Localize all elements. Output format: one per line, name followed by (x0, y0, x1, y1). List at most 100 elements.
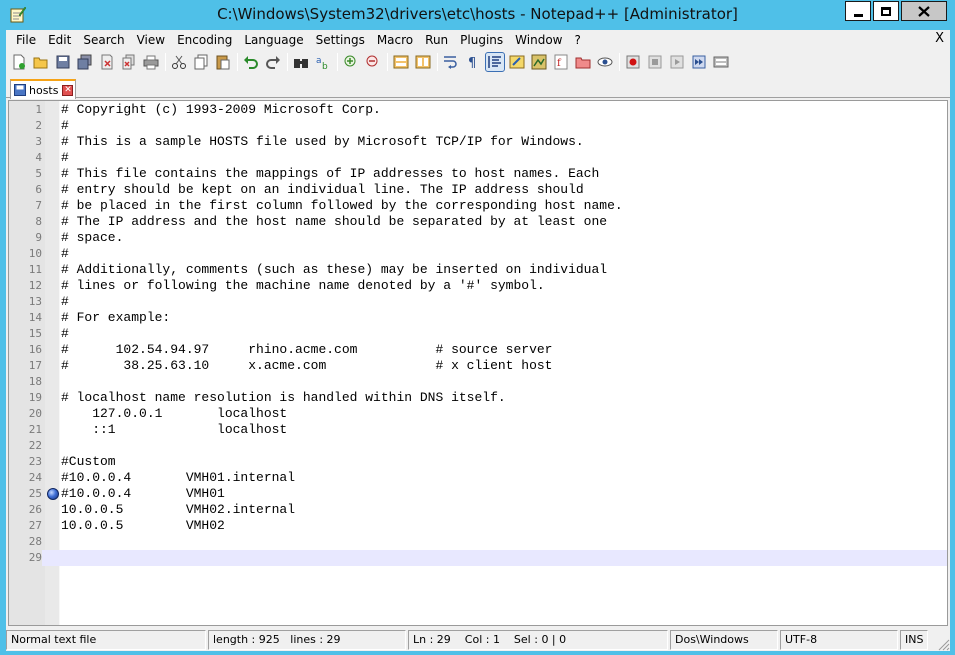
line-number: 12 (28, 279, 42, 292)
menu-plugins[interactable]: Plugins (454, 30, 509, 50)
record-macro-icon[interactable] (624, 53, 642, 71)
line-text: # (61, 150, 69, 165)
user-defined-language-icon[interactable] (508, 53, 526, 71)
save-icon[interactable] (54, 53, 72, 71)
tab-hosts[interactable]: hosts ✕ (10, 79, 76, 99)
editor-line[interactable]: 25 #10.0.0.4 VMH01 (9, 486, 947, 502)
menu-edit[interactable]: Edit (42, 30, 77, 50)
zoom-in-icon[interactable] (342, 53, 360, 71)
indent-guide-icon[interactable] (485, 52, 505, 72)
save-macro-icon[interactable] (712, 53, 730, 71)
editor-line[interactable]: 3 # This is a sample HOSTS file used by M… (9, 134, 947, 150)
editor-line[interactable]: 27 10.0.0.5 VMH02 (9, 518, 947, 534)
line-number: 19 (28, 391, 42, 404)
editor-line[interactable]: 7 # be placed in the first column followe… (9, 198, 947, 214)
line-number: 3 (35, 135, 42, 148)
new-file-icon[interactable] (10, 53, 28, 71)
editor-line[interactable]: 16 # 102.54.94.97 rhino.acme.com # source… (9, 342, 947, 358)
show-all-characters-icon[interactable]: ¶ (464, 53, 482, 71)
bookmark-icon[interactable] (47, 488, 59, 500)
monitoring-icon[interactable] (596, 53, 614, 71)
close-icon[interactable] (98, 53, 116, 71)
editor-line[interactable]: 28 (9, 534, 947, 550)
menu-view[interactable]: View (131, 30, 171, 50)
cut-icon[interactable] (170, 53, 188, 71)
editor-line[interactable]: 12 # lines or following the machine name … (9, 278, 947, 294)
editor-line[interactable]: 14 # For example: (9, 310, 947, 326)
copy-icon[interactable] (192, 53, 210, 71)
toolbar: ab ¶ f (6, 50, 950, 74)
status-eol[interactable]: Dos\Windows (670, 630, 778, 650)
window-title: C:\Windows\System32\drivers\etc\hosts - … (217, 5, 738, 23)
line-text: ::1 localhost (61, 422, 288, 437)
editor-line[interactable]: 10 # (9, 246, 947, 262)
save-all-icon[interactable] (76, 53, 94, 71)
maximize-button[interactable] (873, 1, 899, 21)
editor-line[interactable]: 9 # space. (9, 230, 947, 246)
find-icon[interactable] (292, 53, 310, 71)
editor-line[interactable]: 8 # The IP address and the host name shou… (9, 214, 947, 230)
svg-text:a: a (316, 56, 322, 66)
text-editor[interactable]: 1 # Copyright (c) 1993-2009 Microsoft Cor… (8, 100, 948, 626)
doc-map-icon[interactable] (530, 53, 548, 71)
editor-line[interactable]: 4 # (9, 150, 947, 166)
menu-language[interactable]: Language (238, 30, 309, 50)
line-text: # (61, 118, 69, 133)
menu-file[interactable]: File (10, 30, 42, 50)
status-insert-mode[interactable]: INS (900, 630, 928, 650)
editor-line[interactable]: 5 # This file contains the mappings of IP… (9, 166, 947, 182)
menu-macro[interactable]: Macro (371, 30, 419, 50)
paste-icon[interactable] (214, 53, 232, 71)
stop-recording-icon[interactable] (646, 53, 664, 71)
line-number: 22 (28, 439, 42, 452)
word-wrap-icon[interactable] (442, 53, 460, 71)
editor-line[interactable]: 6 # entry should be kept on an individual… (9, 182, 947, 198)
toolbar-separator (287, 53, 288, 71)
folder-as-workspace-icon[interactable] (574, 53, 592, 71)
menu-help[interactable]: ? (568, 30, 586, 50)
editor-line[interactable]: 24 #10.0.0.4 VMH01.internal (9, 470, 947, 486)
editor-line[interactable]: 18 (9, 374, 947, 390)
menu-settings[interactable]: Settings (310, 30, 371, 50)
editor-line[interactable]: 13 # (9, 294, 947, 310)
editor-line[interactable]: 26 10.0.0.5 VMH02.internal (9, 502, 947, 518)
print-icon[interactable] (142, 53, 160, 71)
editor-line[interactable]: 15 # (9, 326, 947, 342)
menu-encoding[interactable]: Encoding (171, 30, 238, 50)
close-document-button[interactable]: X (935, 31, 944, 46)
editor-line[interactable]: 21 ::1 localhost (9, 422, 947, 438)
line-number: 27 (28, 519, 42, 532)
zoom-out-icon[interactable] (364, 53, 382, 71)
menu-run[interactable]: Run (419, 30, 454, 50)
menu-window[interactable]: Window (509, 30, 568, 50)
editor-line[interactable]: 29 (9, 550, 947, 566)
redo-icon[interactable] (264, 53, 282, 71)
editor-line[interactable]: 19 # localhost name resolution is handled… (9, 390, 947, 406)
editor-line[interactable]: 20 127.0.0.1 localhost (9, 406, 947, 422)
line-number: 7 (35, 199, 42, 212)
run-macro-multiple-icon[interactable] (690, 53, 708, 71)
minimize-button[interactable] (845, 1, 871, 21)
line-number: 5 (35, 167, 42, 180)
editor-line[interactable]: 1 # Copyright (c) 1993-2009 Microsoft Cor… (9, 102, 947, 118)
editor-line[interactable]: 23 #Custom (9, 454, 947, 470)
status-encoding[interactable]: UTF-8 (780, 630, 898, 650)
resize-grip-icon[interactable] (936, 637, 950, 651)
editor-line[interactable]: 17 # 38.25.63.10 x.acme.com # x client ho… (9, 358, 947, 374)
editor-line[interactable]: 22 (9, 438, 947, 454)
close-window-button[interactable] (901, 1, 947, 21)
editor-line[interactable]: 2 # (9, 118, 947, 134)
tab-close-icon[interactable]: ✕ (62, 84, 74, 96)
replace-icon[interactable]: ab (314, 53, 332, 71)
editor-line[interactable]: 11 # Additionally, comments (such as thes… (9, 262, 947, 278)
undo-icon[interactable] (242, 53, 260, 71)
line-number: 9 (35, 231, 42, 244)
menu-search[interactable]: Search (77, 30, 130, 50)
line-text: # For example: (61, 310, 171, 325)
function-list-icon[interactable]: f (552, 53, 570, 71)
sync-horizontal-icon[interactable] (414, 53, 432, 71)
open-file-icon[interactable] (32, 53, 50, 71)
play-macro-icon[interactable] (668, 53, 686, 71)
sync-vertical-icon[interactable] (392, 53, 410, 71)
close-all-icon[interactable] (120, 53, 138, 71)
